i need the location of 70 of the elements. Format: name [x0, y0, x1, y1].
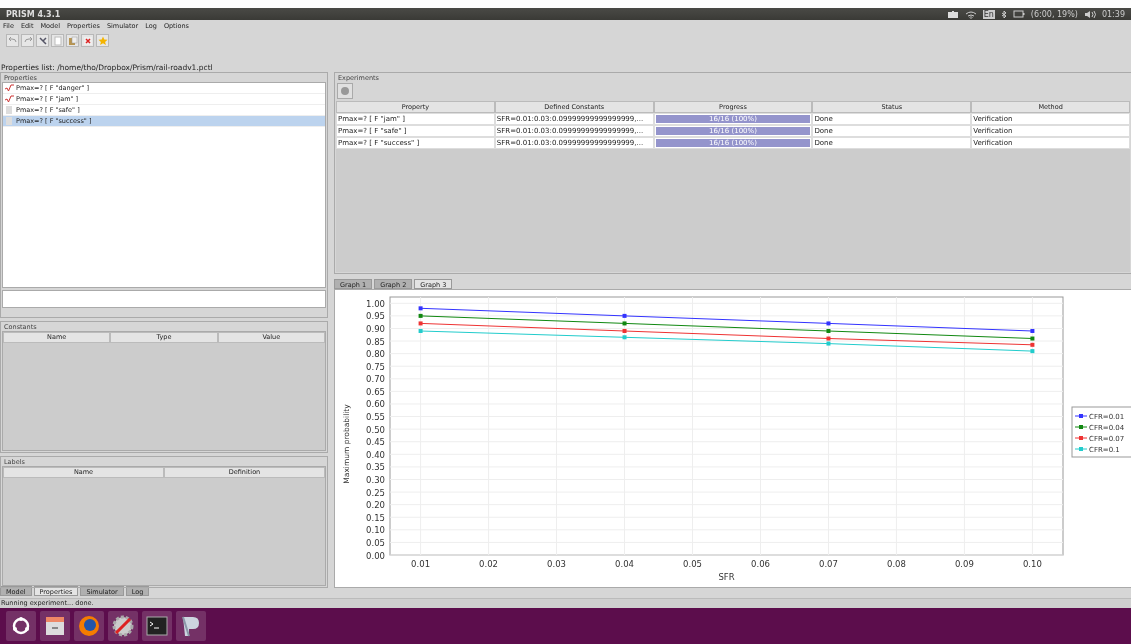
bluetooth-icon[interactable] [1000, 9, 1007, 19]
x-tick-label: 0.10 [1022, 559, 1042, 569]
y-tick-label: 1.00 [366, 298, 385, 309]
delete-icon [82, 35, 93, 46]
wifi-icon[interactable] [964, 9, 977, 19]
y-tick-label: 0.75 [366, 361, 385, 372]
data-point [826, 329, 831, 333]
y-tick-label: 0.35 [366, 462, 385, 473]
y-tick-label: 0.40 [366, 449, 385, 460]
ubuntu-launcher[interactable] [6, 611, 36, 641]
data-point [1030, 349, 1035, 354]
delete-button[interactable] [81, 34, 94, 47]
y-tick-label: 0.20 [366, 500, 385, 511]
data-point [418, 321, 423, 326]
y-tick-label: 0.80 [366, 349, 385, 360]
y-tick-label: 0.30 [366, 475, 385, 485]
settings-icon [111, 614, 135, 638]
data-point [418, 306, 423, 311]
x-tick-label: 0.01 [411, 559, 431, 569]
x-tick-label: 0.07 [819, 559, 838, 569]
x-tick-label: 0.05 [683, 559, 702, 569]
data-point [826, 321, 831, 326]
x-tick-label: 0.04 [615, 559, 634, 569]
browser-icon [77, 614, 101, 638]
y-tick-label: 0.45 [366, 437, 385, 448]
paste-icon [67, 35, 78, 46]
settings-launcher[interactable] [108, 611, 138, 641]
data-point [418, 329, 423, 333]
property-field[interactable] [2, 290, 326, 308]
y-tick-label: 0.05 [366, 537, 385, 548]
window-title: PRISM 4.3.1 [6, 9, 61, 19]
y-tick-label: 0.85 [366, 336, 385, 347]
blank-icon [52, 35, 63, 46]
terminal-launcher[interactable] [142, 611, 172, 641]
y-tick-label: 0.10 [366, 525, 385, 536]
data-point [622, 335, 627, 340]
y-tick-label: 0.00 [366, 550, 385, 561]
data-point [418, 313, 423, 318]
keyboard-indicator[interactable]: En [982, 9, 995, 19]
star-icon [97, 35, 108, 46]
y-tick-label: 0.25 [366, 487, 385, 498]
x-tick-label: 0.03 [547, 559, 566, 569]
prism-launcher[interactable] [176, 611, 206, 641]
browser-launcher[interactable] [74, 611, 104, 641]
battery-icon[interactable] [1012, 10, 1025, 18]
clock[interactable]: 01:39 [1101, 9, 1125, 19]
data-point [1030, 329, 1035, 333]
data-point [622, 321, 627, 326]
x-tick-label: 0.02 [479, 559, 499, 569]
star-button[interactable] [96, 34, 109, 47]
files-icon [43, 614, 67, 638]
y-tick-label: 0.50 [366, 424, 385, 435]
y-tick-label: 0.90 [366, 323, 385, 334]
y-tick-label: 0.95 [366, 311, 385, 322]
terminal-icon [145, 614, 169, 638]
x-axis-label: SFR [718, 572, 735, 582]
y-tick-label: 0.60 [366, 399, 385, 410]
y-tick-label: 0.70 [366, 374, 385, 385]
speaker-icon[interactable] [1083, 9, 1096, 19]
paste-button[interactable] [66, 34, 79, 47]
y-tick-label: 0.15 [366, 512, 385, 523]
x-tick-label: 0.06 [751, 559, 770, 569]
x-tick-label: 0.09 [954, 559, 974, 569]
y-tick-label: 0.55 [366, 412, 385, 423]
data-point [622, 329, 627, 333]
files-launcher[interactable] [40, 611, 70, 641]
y-tick-label: 0.65 [366, 386, 385, 397]
data-point [622, 313, 627, 318]
x-tick-label: 0.08 [887, 559, 906, 569]
battery-status[interactable]: (6:00, 19%) [1030, 9, 1078, 19]
